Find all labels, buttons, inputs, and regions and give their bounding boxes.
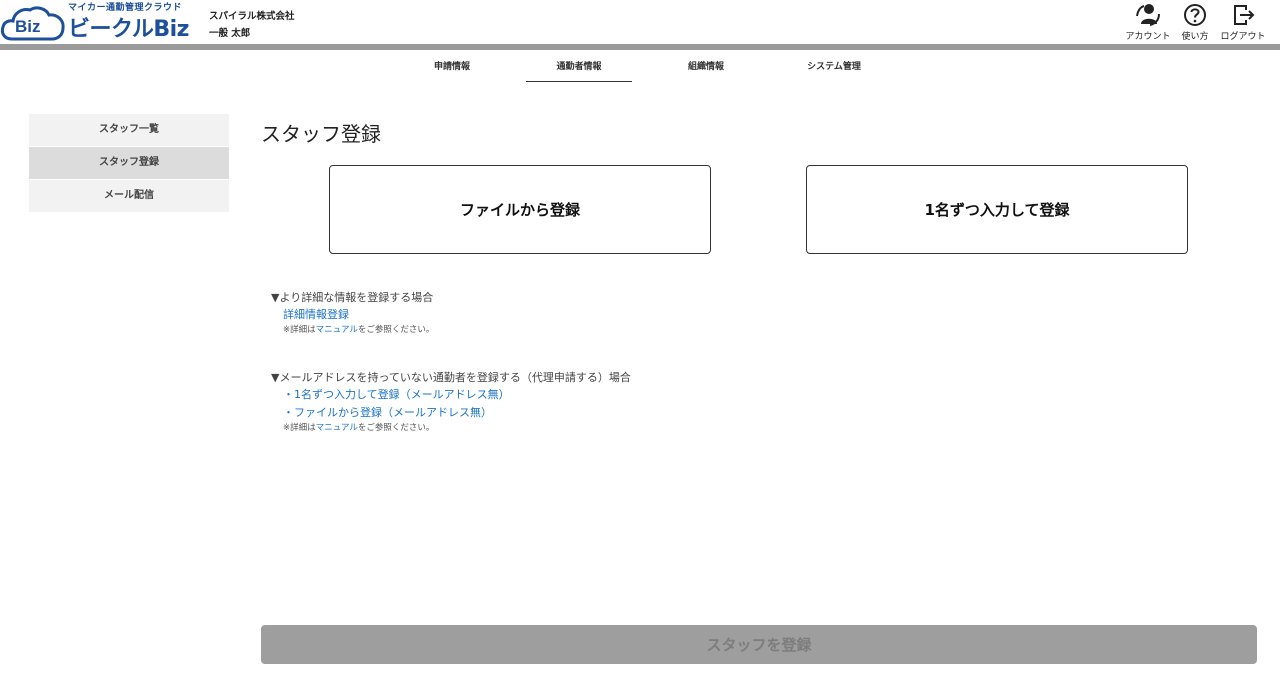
logout-button[interactable]: ログアウト	[1218, 2, 1268, 42]
tab-system[interactable]: システム管理	[796, 50, 872, 82]
register-one-by-one-button[interactable]: 1名ずつ入力して登録	[806, 165, 1188, 254]
sidebar-item-staff-list[interactable]: スタッフ一覧	[29, 114, 229, 146]
submit-staff-button[interactable]: スタッフを登録	[261, 625, 1257, 664]
detail-register-link[interactable]: 詳細情報登録	[283, 306, 349, 322]
sidebar-item-mail[interactable]: メール配信	[29, 180, 229, 212]
tab-applications[interactable]: 申請情報	[420, 50, 484, 82]
register-from-file-button[interactable]: ファイルから登録	[329, 165, 711, 254]
sidebar-item-staff-register[interactable]: スタッフ登録	[29, 147, 229, 179]
proxy-one-by-one-link[interactable]: ・1名ずつ入力して登録（メールアドレス無）	[283, 386, 510, 402]
account-icon	[1136, 4, 1160, 26]
page-title: スタッフ登録	[261, 122, 381, 146]
note-prefix: ※詳細は	[283, 325, 316, 335]
logout-label: ログアウト	[1220, 32, 1266, 42]
svg-text:Biz: Biz	[15, 17, 41, 36]
logout-icon	[1234, 5, 1255, 25]
proxy-manual-note: ※詳細はマニュアルをご参照ください。	[283, 421, 434, 433]
manual-link[interactable]: マニュアル	[316, 325, 358, 335]
account-label: アカウント	[1125, 32, 1171, 42]
app-logo[interactable]: Biz マイカー通勤管理クラウド ビークルBiz	[0, 0, 190, 44]
account-button[interactable]: アカウント	[1123, 2, 1173, 42]
help-label: 使い方	[1181, 32, 1209, 42]
manual-link[interactable]: マニュアル	[316, 423, 358, 433]
user-name: 一般 太郎	[209, 28, 251, 39]
note-suffix: をご参照ください。	[357, 325, 435, 335]
proxy-section-heading: ▼メールアドレスを持っていない通勤者を登録する（代理申請する）場合	[271, 371, 631, 384]
note-prefix: ※詳細は	[283, 423, 316, 433]
detail-manual-note: ※詳細はマニュアルをご参照ください。	[283, 323, 434, 335]
company-name: スパイラル株式会社	[209, 11, 295, 22]
help-button[interactable]: 使い方	[1170, 2, 1220, 42]
proxy-file-link[interactable]: ・ファイルから登録（メールアドレス無）	[283, 404, 492, 420]
logo-name: ビークルBiz	[68, 17, 189, 42]
note-suffix: をご参照ください。	[357, 423, 435, 433]
help-icon	[1184, 4, 1206, 26]
detail-section-heading: ▼より詳細な情報を登録する場合	[271, 291, 434, 304]
top-nav: 申請情報 通勤者情報 組織情報 システム管理	[0, 50, 1280, 82]
app-header: Biz マイカー通勤管理クラウド ビークルBiz スパイラル株式会社 一般 太郎…	[0, 0, 1280, 44]
tab-commuters[interactable]: 通勤者情報	[526, 50, 632, 82]
sidebar: スタッフ一覧 スタッフ登録 メール配信	[29, 114, 229, 213]
tab-organization[interactable]: 組織情報	[674, 50, 738, 82]
cloud-logo-icon: Biz	[0, 6, 65, 41]
